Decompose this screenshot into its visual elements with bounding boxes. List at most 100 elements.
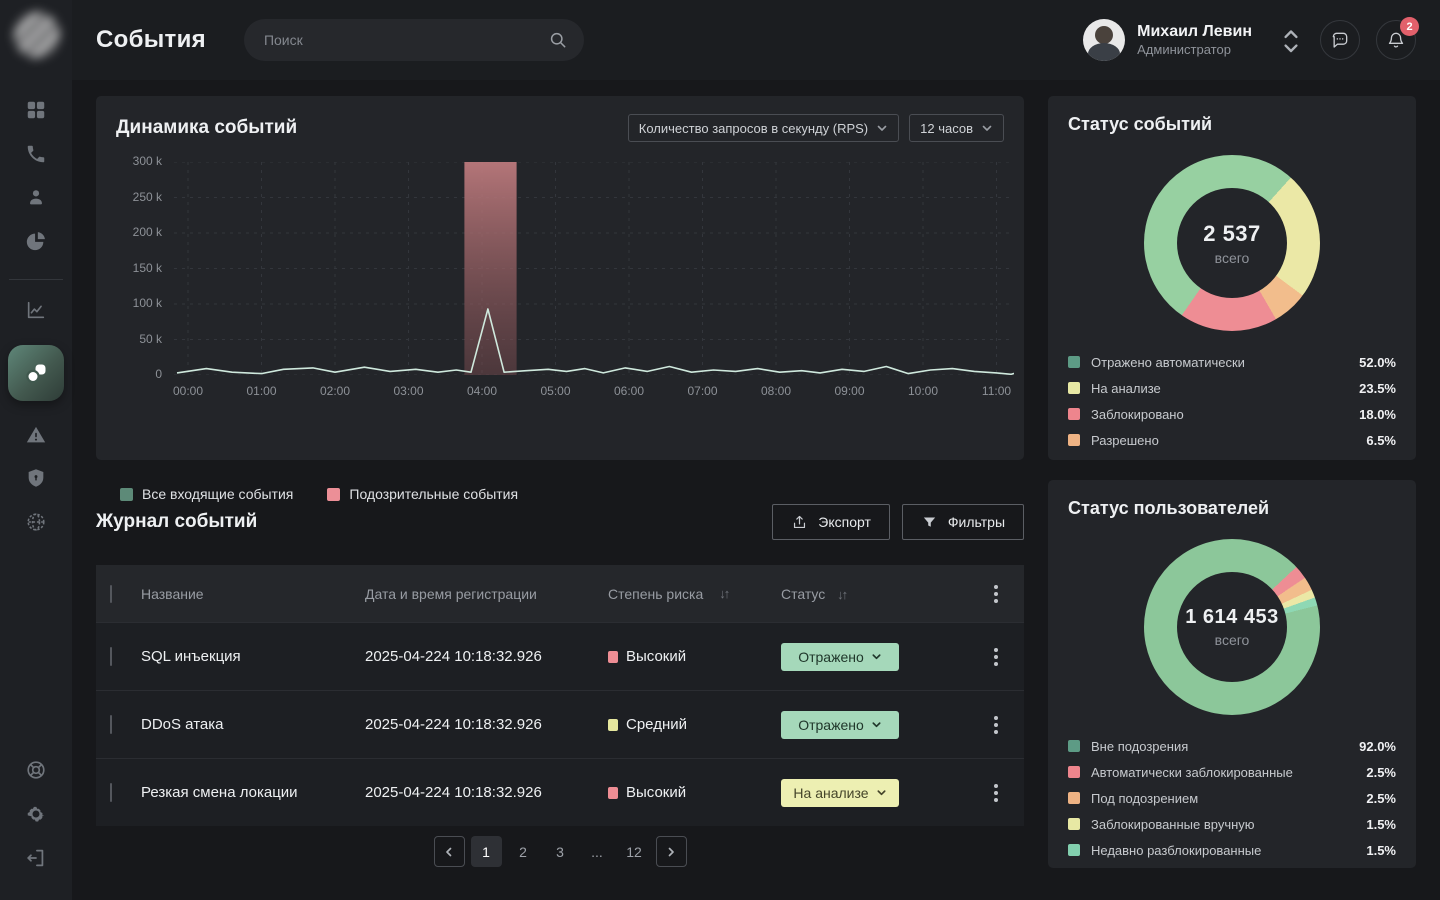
security-shield-icon[interactable]	[14, 458, 58, 498]
pagination: 1 2 3 ... 12	[96, 836, 1024, 867]
events-status-donut: 2 537 всего	[1144, 155, 1320, 331]
x-tick: 06:00	[604, 384, 654, 398]
legend-swatch	[1068, 356, 1080, 368]
x-tick: 11:00	[972, 384, 1022, 398]
export-icon	[791, 514, 808, 531]
sort-icon[interactable]: ↓↑	[719, 586, 728, 601]
legend-row: Заблокированные вручную 1.5%	[1068, 811, 1396, 837]
row-checkbox[interactable]	[110, 647, 112, 666]
risk-swatch	[608, 719, 618, 731]
table-row[interactable]: SQL инъекция 2025-04-224 10:18:32.926 Вы…	[96, 622, 1024, 690]
notifications-button[interactable]: 2	[1376, 20, 1416, 60]
topbar: События Михаил Левин Администратор 2	[72, 0, 1440, 80]
topbar-right: Михаил Левин Администратор 2	[1083, 19, 1416, 61]
legend-swatch	[1068, 740, 1080, 752]
risk-swatch	[608, 787, 618, 799]
page-button-2[interactable]: 2	[508, 836, 539, 867]
y-tick: 200 k	[133, 225, 162, 239]
users-status-donut: 1 614 453 всего	[1144, 539, 1320, 715]
app-logo	[14, 12, 60, 58]
user-menu-expander-icon[interactable]	[1278, 25, 1304, 55]
x-tick: 07:00	[678, 384, 728, 398]
phone-icon[interactable]	[14, 134, 58, 174]
event-name: SQL инъекция	[141, 648, 365, 665]
user-meta: Михаил Левин Администратор	[1137, 22, 1252, 58]
select-all-checkbox[interactable]	[110, 585, 112, 603]
search-icon	[548, 30, 568, 50]
legend-item-incoming: Все входящие события	[120, 486, 293, 502]
table-row[interactable]: Резкая смена локации 2025-04-224 10:18:3…	[96, 758, 1024, 826]
event-datetime: 2025-04-224 10:18:32.926	[365, 716, 608, 733]
support-icon[interactable]	[14, 750, 58, 790]
network-globe-icon[interactable]	[14, 502, 58, 542]
logout-icon[interactable]	[14, 838, 58, 878]
prev-page-button[interactable]	[434, 836, 465, 867]
row-checkbox[interactable]	[110, 715, 112, 734]
status-dropdown[interactable]: Отражено	[781, 643, 899, 671]
users-total: 1 614 453	[1185, 606, 1278, 629]
column-risk: Степень риска ↓↑	[608, 586, 781, 602]
legend-row: Под подозрением 2.5%	[1068, 785, 1396, 811]
pie-chart-icon[interactable]	[14, 221, 58, 261]
suspicious-band	[464, 162, 516, 375]
row-menu-kebab-icon[interactable]	[990, 780, 1002, 806]
row-menu-kebab-icon[interactable]	[990, 712, 1002, 738]
legend-label: Подозрительные события	[349, 486, 518, 502]
event-risk: Высокий	[608, 648, 781, 665]
x-tick: 03:00	[384, 384, 434, 398]
legend-row: Вне подозрения 92.0%	[1068, 733, 1396, 759]
row-checkbox[interactable]	[110, 783, 112, 802]
y-tick: 300 k	[133, 154, 162, 168]
settings-gear-icon[interactable]	[14, 794, 58, 834]
incoming-events-line	[177, 309, 1014, 374]
user-avatar[interactable]	[1083, 19, 1125, 61]
notifications-count-badge: 2	[1400, 17, 1419, 36]
export-label: Экспорт	[818, 514, 871, 530]
chat-icon	[1330, 30, 1350, 50]
y-tick: 250 k	[133, 190, 162, 204]
users-status-card: Статус пользователей 1 614 453 всего Вне…	[1048, 480, 1416, 868]
x-tick: 01:00	[237, 384, 287, 398]
legend-swatch	[120, 488, 133, 501]
event-datetime: 2025-04-224 10:18:32.926	[365, 784, 608, 801]
search-input[interactable]	[244, 19, 584, 61]
table-row[interactable]: DDoS атака 2025-04-224 10:18:32.926 Сред…	[96, 690, 1024, 758]
status-dropdown[interactable]: Отражено	[781, 711, 899, 739]
dashboard-icon[interactable]	[14, 90, 58, 130]
analytics-icon[interactable]	[14, 290, 58, 330]
page-button-1[interactable]: 1	[471, 836, 502, 867]
events-dashboard: События Михаил Левин Администратор 2	[0, 0, 1440, 900]
status-dropdown[interactable]: На анализе	[781, 779, 899, 807]
event-name: DDoS атака	[141, 716, 365, 733]
filters-button[interactable]: Фильтры	[902, 504, 1024, 540]
page-button-3[interactable]: 3	[545, 836, 576, 867]
page-button-12[interactable]: 12	[619, 836, 650, 867]
row-menu-kebab-icon[interactable]	[990, 644, 1002, 670]
export-button[interactable]: Экспорт	[772, 504, 890, 540]
legend-swatch	[1068, 766, 1080, 778]
sidebar-item-events-active[interactable]	[8, 345, 64, 401]
users-icon[interactable]	[14, 177, 58, 217]
sort-icon[interactable]: ↓↑	[837, 587, 846, 602]
column-date: Дата и время регистрации	[365, 586, 608, 602]
legend-swatch	[1068, 434, 1080, 446]
table-menu-kebab-icon[interactable]	[990, 581, 1002, 607]
chevron-down-icon	[876, 787, 887, 798]
journal-header: Журнал событий Экспорт Фильтры	[96, 504, 1024, 540]
events-status-legend: Отражено автоматически 52.0% На анализе …	[1068, 349, 1396, 453]
page-ellipsis: ...	[582, 836, 613, 867]
next-page-button[interactable]	[656, 836, 687, 867]
x-tick: 08:00	[751, 384, 801, 398]
sidebar	[0, 0, 72, 900]
users-total-label: всего	[1215, 632, 1250, 648]
legend-row: На анализе 23.5%	[1068, 375, 1396, 401]
column-name: Название	[141, 586, 365, 602]
messages-button[interactable]	[1320, 20, 1360, 60]
event-name: Резкая смена локации	[141, 784, 365, 801]
legend-swatch	[327, 488, 340, 501]
chevron-down-icon	[876, 122, 888, 134]
alerts-icon[interactable]	[14, 415, 58, 455]
legend-item-suspicious: Подозрительные события	[327, 486, 518, 502]
metric-dropdown[interactable]: Количество запросов в секунду (RPS)	[628, 114, 899, 142]
period-dropdown[interactable]: 12 часов	[909, 114, 1004, 142]
